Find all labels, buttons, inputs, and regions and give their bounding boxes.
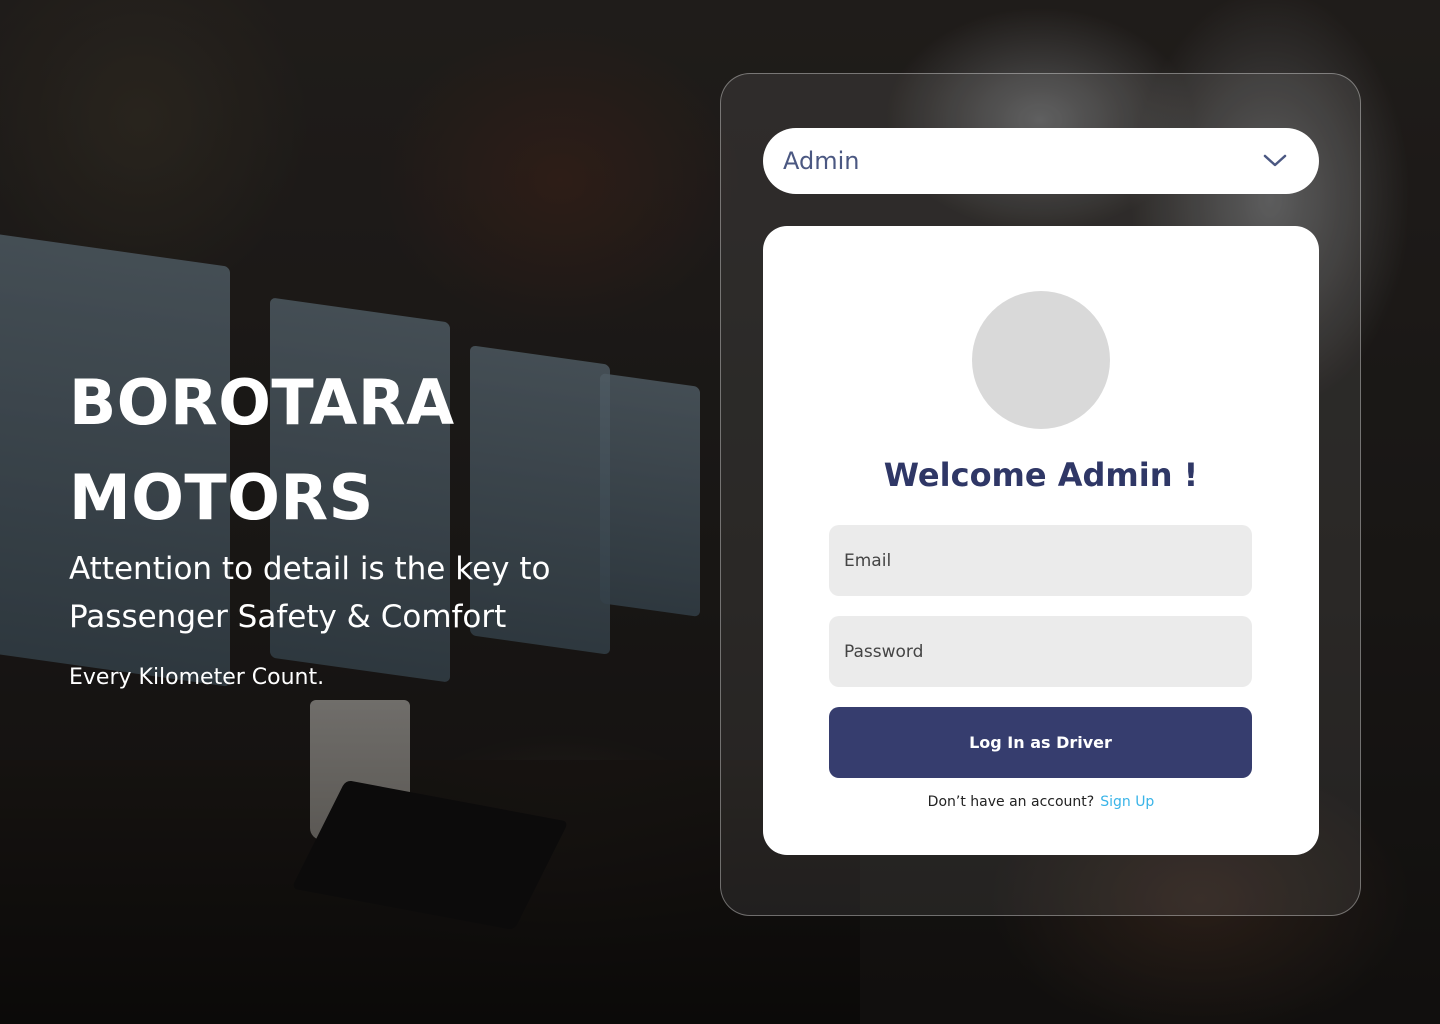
brand-line-2: MOTORS bbox=[69, 461, 374, 534]
signup-row: Don’t have an account? Sign Up bbox=[763, 794, 1319, 810]
hero-tagline: Attention to detail is the key to Passen… bbox=[69, 551, 551, 635]
brand-title: BOROTARA MOTORS bbox=[69, 355, 689, 545]
hero-subtitle: Every Kilometer Count. bbox=[69, 665, 325, 690]
login-button[interactable]: Log In as Driver bbox=[829, 707, 1252, 778]
welcome-heading: Welcome Admin ! bbox=[883, 456, 1199, 494]
avatar bbox=[972, 291, 1110, 429]
hero-section: BOROTARA MOTORS Attention to detail is t… bbox=[69, 355, 689, 693]
email-field[interactable] bbox=[829, 525, 1252, 596]
role-select-value: Admin bbox=[783, 147, 860, 175]
signup-link[interactable]: Sign Up bbox=[1100, 794, 1154, 810]
password-field[interactable] bbox=[829, 616, 1252, 687]
signup-prompt: Don’t have an account? bbox=[927, 794, 1095, 810]
brand-line-1: BOROTARA bbox=[69, 366, 455, 439]
chevron-down-icon[interactable] bbox=[1263, 154, 1287, 168]
role-select[interactable]: Admin bbox=[763, 128, 1319, 194]
